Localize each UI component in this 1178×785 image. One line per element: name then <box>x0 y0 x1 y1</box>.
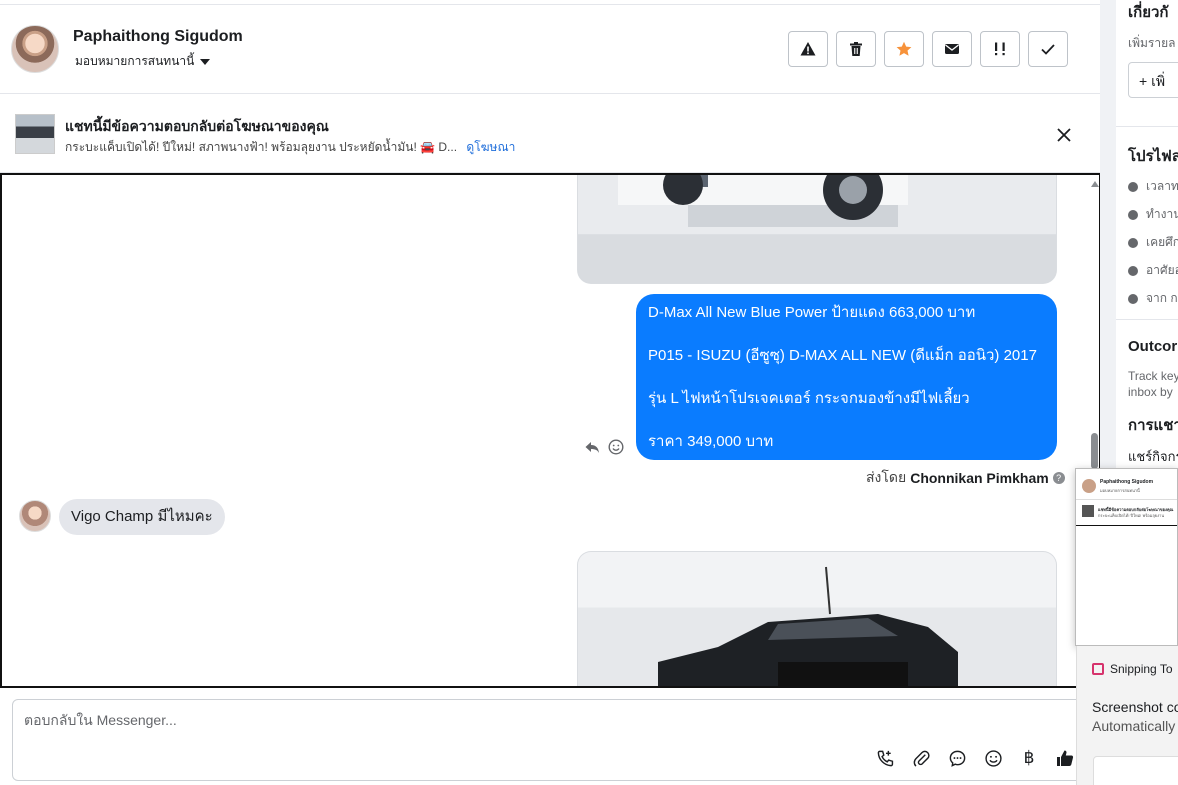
screenshot-preview[interactable]: Paphaithong Sigudom มอบหมายการสนทนานี้ แ… <box>1075 468 1178 646</box>
mark-unread-button[interactable] <box>932 31 972 67</box>
assign-label: มอบหมายการสนทนานี้ <box>75 54 195 68</box>
car-photo-image-2 <box>658 566 958 686</box>
scroll-up-icon[interactable] <box>1091 181 1099 187</box>
car-photo-attachment-2[interactable] <box>577 551 1057 686</box>
preview-name: Paphaithong Sigudom <box>1100 479 1154 485</box>
ad-thumbnail[interactable] <box>15 114 55 154</box>
contact-avatar-small[interactable] <box>19 500 51 532</box>
emoji-icon[interactable] <box>983 748 1003 768</box>
profile-row-text: เวลาท <box>1146 179 1178 193</box>
star-icon <box>896 41 912 56</box>
contact-name[interactable]: Paphaithong Sigudom <box>73 28 243 46</box>
caret-down-icon <box>200 58 211 65</box>
scroll-thumb[interactable] <box>1091 433 1098 469</box>
sender-name: Chonnikan Pimkham <box>910 470 1049 486</box>
divider <box>1116 126 1178 127</box>
star-button[interactable] <box>884 31 924 67</box>
car-photo-attachment[interactable] <box>577 175 1057 284</box>
add-detail-button[interactable]: + เพิ่ <box>1128 62 1178 98</box>
incoming-message[interactable]: Vigo Champ มีไหมคะ <box>59 499 225 535</box>
reply-input[interactable] <box>24 712 724 728</box>
profile-row: เคยศึก <box>1128 233 1178 252</box>
message-line: D-Max All New Blue Power ป้ายแดง 663,000… <box>648 304 976 321</box>
ad-banner-title: แชทนี้มีข้อความตอบกลับต่อโฆษณาของคุณ <box>65 118 329 134</box>
location-pin-icon <box>1128 265 1138 276</box>
sent-by-label: ส่งโดย Chonnikan Pimkham ? <box>866 467 1065 489</box>
ad-banner-text: กระบะแค็บเปิดได้! ปีใหม่! สภาพนางฟ้า! พร… <box>65 140 458 154</box>
car-photo-image <box>578 175 1056 283</box>
toast-card[interactable] <box>1093 756 1178 785</box>
chat-section-title: การแชา <box>1128 417 1178 434</box>
clock-icon <box>1128 181 1138 192</box>
message-tools <box>584 439 624 455</box>
delete-button[interactable] <box>836 31 876 67</box>
call-icon[interactable] <box>875 748 895 768</box>
outgoing-message[interactable]: D-Max All New Blue Power ป้ายแดง 663,000… <box>636 294 1057 460</box>
toast-subtitle: Automatically <box>1092 718 1176 734</box>
snipping-tool-notification[interactable]: Snipping To Screenshot co Automatically <box>1076 646 1178 785</box>
conversation-header: Paphaithong Sigudom มอบหมายการสนทนานี้ <box>0 5 1100 94</box>
conversation-pane: Paphaithong Sigudom มอบหมายการสนทนานี้ แ… <box>0 0 1101 785</box>
message-line: รุ่น L ไฟหน้าโปรเจคเตอร์ กระจกมองข้างมีไ… <box>648 390 970 407</box>
assign-conversation-dropdown[interactable]: มอบหมายการสนทนานี้ <box>75 52 211 71</box>
composer-tools: ฿ <box>875 748 1075 768</box>
header-actions <box>788 31 1068 67</box>
toast-title: Screenshot co <box>1092 699 1178 715</box>
profile-row: จาก ก <box>1128 289 1178 308</box>
profile-row-text: ทำงาน <box>1146 207 1178 221</box>
profile-title: โปรไฟล <box>1128 148 1178 165</box>
message-composer: ฿ <box>12 699 1092 781</box>
report-spam-button[interactable] <box>788 31 828 67</box>
profile-row: เวลาท <box>1128 177 1178 196</box>
outcome-text-2: inbox by <box>1128 385 1173 399</box>
help-icon[interactable]: ? <box>1052 472 1065 484</box>
outcome-title: Outcor <box>1128 338 1178 355</box>
reply-icon[interactable] <box>584 439 600 455</box>
check-icon <box>1041 44 1055 55</box>
outcome-text: Track key <box>1128 369 1178 383</box>
toast-app: Snipping To <box>1092 662 1173 676</box>
profile-row-text: เคยศึก <box>1146 235 1178 249</box>
ad-banner-subtitle: กระบะแค็บเปิดได้! ปีใหม่! สภาพนางฟ้า! พร… <box>65 138 515 157</box>
envelope-icon <box>945 44 959 54</box>
ad-reply-banner: แชทนี้มีข้อความตอบกลับต่อโฆษณาของคุณ กระ… <box>0 95 1100 173</box>
warning-icon <box>800 42 816 56</box>
mark-done-button[interactable] <box>1028 31 1068 67</box>
saved-reply-icon[interactable] <box>947 748 967 768</box>
exclamation-icon <box>995 42 1005 56</box>
profile-row-text: อาศัยอ <box>1146 263 1178 277</box>
profile-row: อาศัยอ <box>1128 261 1178 280</box>
preview-thread <box>1076 525 1177 645</box>
profile-row: ทำงาน <box>1128 205 1178 224</box>
toast-app-name: Snipping To <box>1110 662 1173 676</box>
thumbs-up-icon[interactable] <box>1055 748 1075 768</box>
snipping-tool-icon <box>1092 663 1104 675</box>
about-title: เกี่ยวกั <box>1128 4 1169 21</box>
briefcase-icon <box>1128 209 1138 220</box>
view-ad-link[interactable]: ดูโฆษณา <box>466 140 515 154</box>
close-icon[interactable] <box>1054 125 1074 145</box>
message-thread[interactable]: D-Max All New Blue Power ป้ายแดง 663,000… <box>0 173 1101 688</box>
preview-assign: มอบหมายการสนทนานี้ <box>1100 488 1140 493</box>
graduation-cap-icon <box>1128 237 1138 248</box>
sent-by-prefix: ส่งโดย <box>866 469 907 485</box>
share-activity-link[interactable]: แชร์กิจกร <box>1128 446 1178 467</box>
baht-payment-icon[interactable]: ฿ <box>1019 748 1039 768</box>
preview-ad-subtitle: กระบะแค็บเปิดได้! ปีใหม่! พร้อมลุยงาน <box>1098 513 1165 518</box>
preview-avatar <box>1082 479 1096 493</box>
trash-icon <box>850 42 862 56</box>
divider <box>1116 319 1178 320</box>
profile-row-text: จาก ก <box>1146 291 1178 305</box>
inbox-window: Paphaithong Sigudom มอบหมายการสนทนานี้ แ… <box>0 0 1178 785</box>
about-subtitle: เพิ่มรายล <box>1128 36 1176 50</box>
react-emoji-icon[interactable] <box>608 439 624 455</box>
attachment-icon[interactable] <box>911 748 931 768</box>
follow-up-button[interactable] <box>980 31 1020 67</box>
message-line: P015 - ISUZU (อีซูซุ) D-MAX ALL NEW (ดีแ… <box>648 347 1037 364</box>
contact-avatar[interactable] <box>11 25 59 73</box>
location-pin-icon <box>1128 293 1138 304</box>
preview-divider <box>1076 499 1177 500</box>
preview-ad-thumb <box>1082 505 1094 517</box>
